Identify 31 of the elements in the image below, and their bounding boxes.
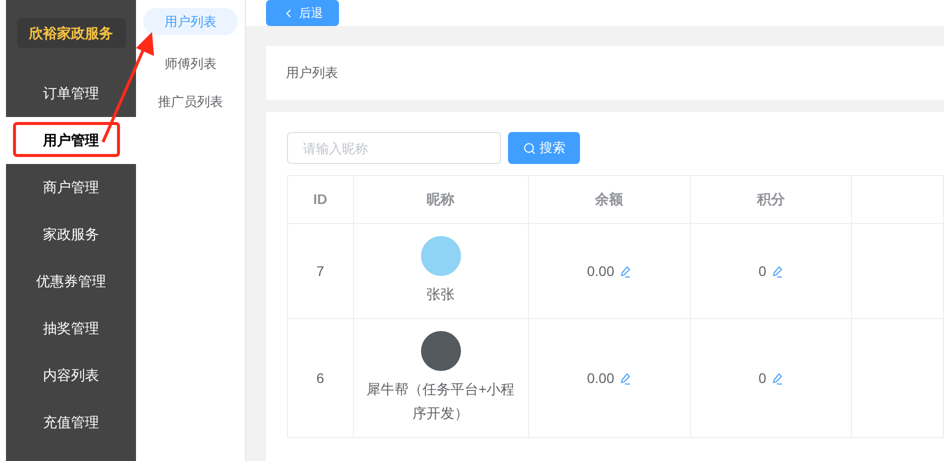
points-text: 0 [758,370,766,386]
nickname-text: 犀牛帮（任务平台+小程序开发） [365,380,516,423]
submenu-item[interactable]: 推广员列表 [143,88,238,115]
search-icon [522,142,536,154]
edit-icon[interactable] [620,372,632,385]
sidebar-item[interactable]: 家政服务 [6,211,136,258]
edit-icon[interactable] [772,266,784,278]
sidebar-item[interactable]: 优惠券管理 [6,258,136,305]
avatar-placeholder [420,236,461,276]
table-cell: 6 [288,318,354,438]
column-header: 余额 [528,176,690,224]
sidebar-item[interactable]: 内容列表 [6,352,136,399]
edit-icon[interactable] [620,266,632,278]
submenu-item[interactable]: 师傅列表 [143,50,238,77]
column-header: 积分 [690,176,852,224]
edit-icon[interactable] [772,372,784,385]
nickname-text: 张张 [426,285,456,304]
table-cell: 7 [288,224,354,318]
sidebar-item[interactable]: 充值管理 [6,399,136,446]
page-title: 用户列表 [286,64,338,82]
search-field[interactable]: 请输入昵称 [287,132,501,164]
points-text: 0 [758,262,766,278]
sidebar-item[interactable]: 订单管理 [6,70,136,117]
sidebar-item[interactable]: 抽奖管理 [6,305,136,352]
column-header: ID [288,176,354,224]
balance-text: 0.00 [586,370,614,386]
avatar-placeholder [420,331,461,371]
column-header: 昵称 [353,176,528,224]
sidebar-item[interactable]: 商户管理 [6,164,136,211]
balance-text: 0.00 [586,262,614,278]
brand-logo: 欣裕家政服务 [16,18,126,48]
